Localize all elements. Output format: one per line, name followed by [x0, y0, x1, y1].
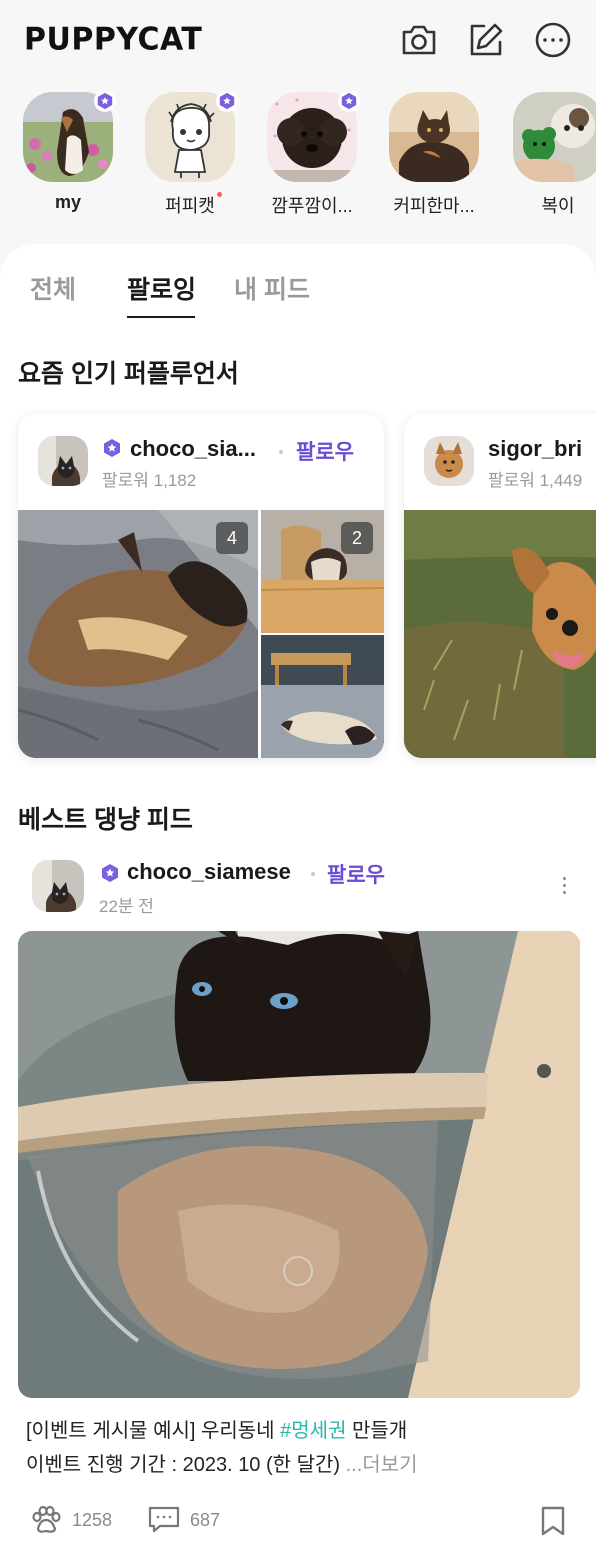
app-header: PUPPYCAT [0, 0, 596, 80]
feed-panel: 전체 팔로잉 내 피드 요즘 인기 퍼플루언서 choco_sia... 팔로우 [0, 244, 596, 1560]
edit-icon[interactable] [466, 20, 506, 60]
post-username[interactable]: choco_siamese [127, 859, 291, 885]
story-avatar [389, 92, 479, 182]
follow-button[interactable]: 팔로우 [296, 436, 354, 466]
feed-tabs: 전체 팔로잉 내 피드 [0, 270, 596, 322]
influencer-card[interactable]: sigor_bri 팔로워 1,449 [404, 414, 596, 758]
follower-count: 팔로워 1,449 [488, 471, 583, 490]
verified-badge-icon [102, 438, 122, 458]
active-tab-indicator [127, 316, 195, 318]
tab-following[interactable]: 팔로잉 [127, 270, 196, 306]
story-avatar [513, 92, 596, 182]
story-label: 퍼피캣 [165, 196, 215, 216]
avatar[interactable] [424, 436, 474, 486]
photo-count-badge: 4 [216, 522, 248, 554]
story-item-3[interactable]: 깜푸깜이... [264, 92, 360, 218]
hashtag-link[interactable]: #멍세권 [280, 1420, 346, 1442]
comment-button[interactable]: 687 [148, 1506, 220, 1534]
verified-badge-icon [338, 92, 360, 112]
separator-dot [311, 872, 315, 876]
comment-count: 687 [190, 1509, 221, 1530]
verified-badge-icon [100, 863, 120, 883]
follower-count: 팔로워 1,182 [102, 471, 197, 490]
story-label: my [54, 192, 81, 212]
story-item-puppycat[interactable]: 퍼피캣 [142, 92, 238, 218]
post-photo[interactable] [18, 931, 580, 1398]
like-count: 1258 [72, 1509, 113, 1530]
card-main-photo[interactable] [404, 510, 596, 758]
photo-count-badge: 2 [341, 522, 373, 554]
story-item-5[interactable]: 복이 [510, 92, 596, 218]
avatar[interactable] [38, 436, 88, 486]
paw-icon [32, 1506, 61, 1533]
card-thumb-photo[interactable]: 2 [260, 510, 384, 633]
see-more-link[interactable]: ...더보기 [346, 1454, 418, 1476]
post-options-icon[interactable] [552, 870, 576, 900]
story-label: 복이 [541, 196, 575, 216]
card-header: sigor_bri 팔로워 1,449 [404, 414, 596, 510]
card-main-photo[interactable]: 4 [18, 510, 258, 758]
story-label: 커피한마... [393, 196, 475, 216]
caption-text: 만들개 [346, 1420, 408, 1442]
section-title-best-feed: 베스트 댕냥 피드 [18, 806, 193, 834]
verified-badge-icon [94, 92, 116, 112]
caption-text: [이벤트 게시물 예시] 우리동네 [26, 1420, 281, 1442]
comment-icon [148, 1506, 180, 1533]
more-icon[interactable] [533, 20, 573, 60]
tab-all[interactable]: 전체 [30, 270, 76, 306]
story-item-my[interactable]: my [20, 92, 116, 213]
story-label: 깜푸깜이... [271, 196, 353, 216]
caption-text: 이벤트 진행 기간 : 2023. 10 (한 달간) [26, 1454, 346, 1476]
story-item-4[interactable]: 커피한마... [386, 92, 482, 218]
bookmark-icon [541, 1506, 565, 1536]
separator-dot [279, 450, 283, 454]
story-list: my 퍼피캣 깜푸깜이... 커피한마... 복이 [0, 92, 596, 232]
tab-my-feed[interactable]: 내 피드 [234, 270, 310, 306]
bookmark-button[interactable] [540, 1506, 566, 1536]
influencer-username[interactable]: sigor_bri [488, 436, 582, 462]
app-logo: PUPPYCAT [24, 21, 203, 58]
follow-button[interactable]: 팔로우 [327, 859, 385, 889]
like-button[interactable]: 1258 [30, 1506, 112, 1534]
card-thumb-photo[interactable] [261, 635, 384, 758]
camera-icon[interactable] [399, 20, 439, 60]
verified-badge-icon [216, 92, 238, 112]
section-title-influencers: 요즘 인기 퍼플루언서 [18, 360, 239, 388]
card-header: choco_sia... 팔로우 팔로워 1,182 [18, 414, 384, 510]
post-caption: [이벤트 게시물 예시] 우리동네 #멍세권 만들개 이벤트 진행 기간 : 2… [26, 1414, 566, 1482]
influencer-username[interactable]: choco_sia... [130, 436, 256, 462]
influencer-card[interactable]: choco_sia... 팔로우 팔로워 1,182 4 2 [18, 414, 384, 758]
avatar[interactable] [32, 860, 84, 912]
post-timestamp: 22분 전 [99, 897, 154, 916]
new-indicator-dot [217, 192, 222, 197]
